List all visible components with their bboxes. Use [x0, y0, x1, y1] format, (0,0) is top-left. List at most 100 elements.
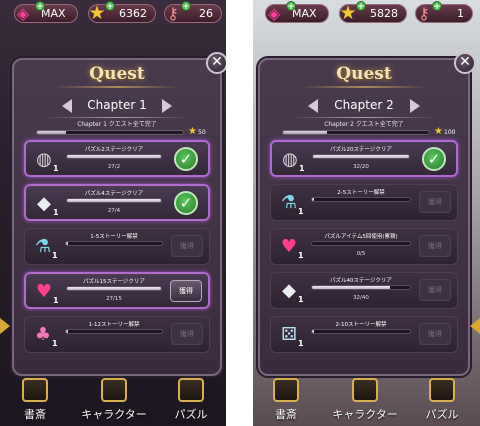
- claim-button: 獲得: [419, 235, 451, 257]
- add-stars-plus-icon[interactable]: +: [356, 1, 366, 12]
- quest-progress-bar: [66, 286, 162, 291]
- chapter-underline: [290, 117, 438, 118]
- chapter-progress-fill: [37, 131, 67, 134]
- chapter-reward-value: 100: [444, 129, 456, 136]
- claim-button[interactable]: 獲得: [170, 280, 202, 302]
- quest-progress-fill: [67, 287, 161, 290]
- add-gems-plus-icon[interactable]: +: [286, 1, 296, 12]
- chapter-progress-fill: [283, 131, 327, 134]
- quest-progress-fill: [67, 199, 161, 202]
- quest-item: ♥ 1 パズル15ステージクリア 27/15 獲得: [24, 272, 210, 309]
- quest-label: 1-5ストーリー解禁: [90, 234, 138, 240]
- quest-label: パズル4ステージクリア: [84, 191, 144, 197]
- quest-progress-text: 0/5: [356, 251, 366, 257]
- reward-count: 1: [52, 251, 58, 260]
- add-gems-plus-icon[interactable]: +: [35, 1, 45, 12]
- reward-count: 1: [298, 207, 304, 216]
- gems-counter[interactable]: ◈ MAX +: [14, 1, 78, 23]
- stars-counter[interactable]: ★ 6362 +: [88, 1, 156, 23]
- pink-gem-icon: ◈: [16, 3, 30, 23]
- quest-item: ◍ 1 パズル20ステージクリア 32/20 ✓: [270, 140, 458, 177]
- side-expand-tab[interactable]: [0, 318, 10, 334]
- keys-counter[interactable]: ⚷ 1 +: [415, 1, 473, 23]
- quest-item: ♣ 1 1-12ストーリー解禁 獲得: [24, 316, 210, 353]
- claimed-check-icon[interactable]: ✓: [174, 147, 198, 171]
- quest-item: ◆ 1 パズル4ステージクリア 27/4 ✓: [24, 184, 210, 221]
- add-keys-plus-icon[interactable]: +: [432, 1, 442, 12]
- side-expand-tab[interactable]: [470, 318, 480, 334]
- chapter-progress-bar: [282, 130, 430, 135]
- next-chapter-arrow-icon[interactable]: [162, 99, 172, 113]
- reward-count: 1: [52, 339, 58, 348]
- chapter-reward-value: 50: [198, 129, 206, 136]
- reward-count: 1: [298, 295, 304, 304]
- nav-puzzle[interactable]: パズル: [166, 378, 216, 424]
- quest-progress-text: 27/4: [107, 208, 121, 214]
- title-divider: [300, 86, 428, 88]
- quest-item: ⚄ 1 2-10ストーリー解禁 獲得: [270, 316, 458, 353]
- quest-label: パズル2ステージクリア: [84, 147, 144, 153]
- chapter-selector: Chapter 1: [18, 96, 216, 116]
- nav-study[interactable]: 書斎: [10, 378, 60, 424]
- quest-list: ◍ 1 パズル20ステージクリア 32/20 ✓ ⚗ 1 2-5ストーリー解禁 …: [270, 140, 458, 360]
- gems-counter[interactable]: ◈ MAX +: [265, 1, 329, 23]
- stars-counter[interactable]: ★ 5828 +: [339, 1, 407, 23]
- quest-title: Quest: [89, 64, 145, 84]
- quest-label: パズルアイテム5回使用(累積): [324, 234, 398, 240]
- nav-character[interactable]: キャラクター: [329, 378, 401, 424]
- pink-gem-icon: ◈: [267, 3, 281, 23]
- quest-item: ⚗ 1 2-5ストーリー解禁 獲得: [270, 184, 458, 221]
- quest-progress-text: 32/20: [353, 164, 369, 170]
- nav-puzzle[interactable]: パズル: [417, 378, 467, 424]
- nav-study[interactable]: 書斎: [261, 378, 311, 424]
- chapter-progress-bar: [36, 130, 184, 135]
- quest-progress-text: 32/40: [353, 295, 369, 301]
- quest-progress-fill: [312, 198, 314, 201]
- quest-title: Quest: [336, 64, 392, 84]
- quest-list: ◍ 1 パズル2ステージクリア 27/2 ✓ ◆ 1 パズル4ステージクリア 2…: [24, 140, 210, 360]
- reward-count: 1: [53, 208, 59, 217]
- bottom-nav: 書斎 キャラクター パズル: [253, 376, 480, 426]
- puzzle-icon: [178, 378, 204, 402]
- reward-count: 1: [53, 164, 59, 173]
- character-icon: [101, 378, 127, 402]
- quest-progress-fill: [312, 330, 314, 333]
- keys-counter[interactable]: ⚷ 26 +: [164, 1, 222, 23]
- quest-progress-bar: [65, 241, 163, 246]
- claim-button: 獲得: [419, 279, 451, 301]
- study-icon: [273, 378, 299, 402]
- next-chapter-arrow-icon[interactable]: [410, 99, 420, 113]
- quest-item: ⚗ 1 1-5ストーリー解禁 獲得: [24, 228, 210, 265]
- reward-count: 1: [298, 339, 304, 348]
- close-button[interactable]: ✕: [206, 52, 226, 74]
- quest-progress-fill: [313, 155, 409, 158]
- reward-count: 1: [298, 251, 304, 260]
- add-keys-plus-icon[interactable]: +: [181, 1, 191, 12]
- bottom-nav: 書斎 キャラクター パズル: [0, 376, 226, 426]
- reward-count: 1: [53, 296, 59, 305]
- claim-button: 獲得: [171, 235, 203, 257]
- quest-progress-fill: [67, 155, 161, 158]
- divider-gap: [226, 0, 253, 426]
- close-button[interactable]: ✕: [454, 52, 476, 74]
- claim-button: 獲得: [419, 323, 451, 345]
- quest-panel: Quest ✕ Chapter 1 Chapter 1 クエスト全て完了 ★ 5…: [12, 52, 226, 376]
- claimed-check-icon[interactable]: ✓: [174, 191, 198, 215]
- chapter-name: Chapter 1: [87, 98, 147, 112]
- screen-chapter-1: ◈ MAX + ★ 6362 + ⚷ 26 + Quest ✕ Chapter …: [0, 0, 226, 426]
- chapter-reward-star-icon: ★: [188, 126, 197, 137]
- quest-item: ◍ 1 パズル2ステージクリア 27/2 ✓: [24, 140, 210, 177]
- claimed-check-icon[interactable]: ✓: [422, 147, 446, 171]
- add-stars-plus-icon[interactable]: +: [105, 1, 115, 12]
- nav-character[interactable]: キャラクター: [78, 378, 150, 424]
- quest-progress-text: 27/15: [106, 296, 122, 302]
- quest-progress-text: 27/2: [107, 164, 121, 170]
- quest-progress-bar: [311, 329, 411, 334]
- chapter-selector: Chapter 2: [264, 96, 464, 116]
- currency-bar: ◈ MAX + ★ 6362 + ⚷ 26 +: [0, 1, 226, 24]
- study-icon: [22, 378, 48, 402]
- screen-chapter-2: ◈ MAX + ★ 5828 + ⚷ 1 + Quest ✕ Chapter 2…: [253, 0, 480, 426]
- quest-label: 2-10ストーリー解禁: [335, 322, 387, 328]
- claim-button: 獲得: [171, 323, 203, 345]
- quest-progress-bar: [311, 285, 411, 290]
